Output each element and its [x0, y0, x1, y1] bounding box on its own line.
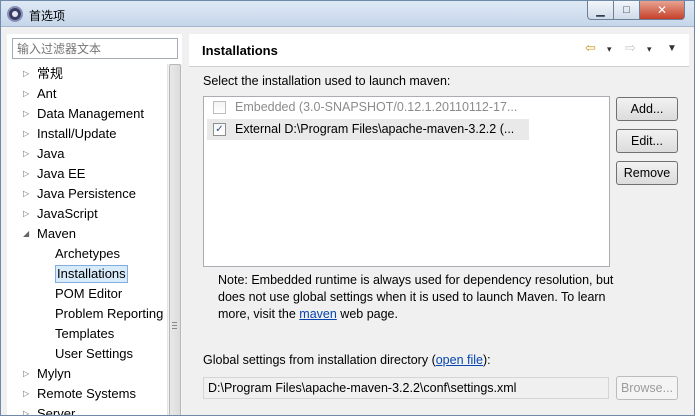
tree-item[interactable]: ▷ Server: [7, 404, 167, 416]
tree-item[interactable]: ◢ Maven: [7, 224, 167, 244]
close-button[interactable]: ✕: [639, 1, 685, 20]
add-button[interactable]: Add...: [616, 97, 678, 121]
tree-item-label: Ant: [37, 86, 57, 101]
select-installation-label: Select the installation used to launch m…: [203, 74, 451, 88]
preferences-tree-panel: ▷ 常规 ▷ Ant ▷ Data Management ▷ Install/Update ▷ J…: [7, 34, 182, 416]
tree-item[interactable]: ▷ Install/Update: [7, 124, 167, 144]
collapsed-arrow-icon[interactable]: ▷: [23, 84, 33, 104]
tree-item[interactable]: POM Editor: [7, 284, 167, 304]
collapsed-arrow-icon[interactable]: ▷: [23, 404, 33, 415]
tree-item[interactable]: User Settings: [7, 344, 167, 364]
page-title: Installations: [202, 43, 278, 58]
collapsed-arrow-icon[interactable]: ▷: [23, 204, 33, 224]
global-settings-path-field: D:\Program Files\apache-maven-3.2.2\conf…: [203, 377, 609, 399]
installations-list[interactable]: Embedded (3.0-SNAPSHOT/0.12.1.20110112-1…: [203, 96, 610, 267]
preferences-tree: ▷ 常规 ▷ Ant ▷ Data Management ▷ Install/Update ▷ J…: [7, 64, 167, 416]
tree-item-label: Server: [37, 406, 76, 416]
filter-input[interactable]: [12, 38, 178, 59]
tree-item-label: POM Editor: [55, 286, 123, 301]
browse-button: Browse...: [616, 376, 678, 400]
scrollbar-grip-icon: [172, 322, 177, 329]
panel-sash[interactable]: [182, 34, 189, 415]
tree-item[interactable]: ▷ Data Management: [7, 104, 167, 124]
tree-item[interactable]: ▷ Remote Systems: [7, 384, 167, 404]
tree-item-label: Java: [37, 146, 65, 161]
tree-item-label: Templates: [55, 326, 115, 341]
tree-item-label: Java EE: [37, 166, 86, 181]
tree-item[interactable]: ▷ Mylyn: [7, 364, 167, 384]
tree-item-label: Java Persistence: [37, 186, 136, 201]
tree-item-label: 常规: [37, 66, 64, 81]
note-text: Note: Embedded runtime is always used fo…: [218, 273, 614, 321]
tree-item-label: Mylyn: [37, 366, 71, 381]
collapsed-arrow-icon[interactable]: ▷: [23, 124, 33, 144]
tree-item[interactable]: ▷ Java: [7, 144, 167, 164]
remove-button[interactable]: Remove: [616, 161, 678, 185]
preferences-window: 首选项 ▁ □ ✕ ▷ 常规 ▷ Ant ▷ Data Management ▷ Instal…: [0, 0, 695, 416]
tree-item[interactable]: ▷ Java EE: [7, 164, 167, 184]
installation-label: External D:\Program Files\apache-maven-3…: [235, 122, 515, 136]
forward-arrow-icon[interactable]: ⇨: [625, 40, 636, 56]
note-text-end: web page.: [336, 307, 398, 321]
tree-item[interactable]: ▷ JavaScript: [7, 204, 167, 224]
tree-scrollbar[interactable]: [167, 64, 182, 415]
preference-page: Installations ⇦ ▾ ⇨ ▾ ▼ Select the insta…: [189, 34, 689, 415]
tree-item-label: Maven: [37, 226, 77, 241]
installation-row-external[interactable]: ✓ External D:\Program Files\apache-maven…: [207, 119, 529, 140]
back-dropdown-icon[interactable]: ▾: [607, 44, 612, 55]
collapsed-arrow-icon[interactable]: ▷: [23, 384, 33, 404]
open-file-link[interactable]: open file: [436, 353, 483, 367]
global-label-end: ):: [483, 353, 491, 367]
scrollbar-thumb[interactable]: [169, 64, 181, 415]
tree-item-label: Data Management: [37, 106, 144, 121]
tree-item[interactable]: ▷ 常规: [7, 64, 167, 84]
collapsed-arrow-icon[interactable]: ▷: [23, 164, 33, 184]
tree-item-label: Problem Reporting: [55, 306, 164, 321]
collapsed-arrow-icon[interactable]: ▷: [23, 364, 33, 384]
tree-item-label: User Settings: [55, 346, 134, 361]
tree-item-label: Remote Systems: [37, 386, 136, 401]
collapsed-arrow-icon[interactable]: ▷: [23, 64, 33, 84]
installation-label: Embedded (3.0-SNAPSHOT/0.12.1.20110112-1…: [235, 100, 518, 114]
embedded-checkbox[interactable]: [213, 101, 226, 114]
tree-item[interactable]: Problem Reporting: [7, 304, 167, 324]
page-header: Installations ⇦ ▾ ⇨ ▾ ▼: [189, 34, 689, 67]
global-label-text: Global settings from installation direct…: [203, 353, 436, 367]
tree-item-label: Archetypes: [55, 246, 121, 261]
tree-item[interactable]: Installations: [7, 264, 167, 284]
title-bar: 首选项 ▁ □ ✕: [1, 1, 694, 27]
tree-item-label: Installations: [55, 265, 128, 283]
tree-item[interactable]: ▷ Java Persistence: [7, 184, 167, 204]
tree-item[interactable]: Archetypes: [7, 244, 167, 264]
minimize-button[interactable]: ▁: [587, 1, 614, 20]
forward-dropdown-icon[interactable]: ▾: [647, 44, 652, 55]
collapsed-arrow-icon[interactable]: ▷: [23, 144, 33, 164]
collapsed-arrow-icon[interactable]: ▷: [23, 184, 33, 204]
embedded-runtime-note: Note: Embedded runtime is always used fo…: [218, 272, 618, 323]
back-arrow-icon[interactable]: ⇦: [585, 40, 596, 56]
view-menu-icon[interactable]: ▼: [667, 43, 677, 54]
tree-item[interactable]: Templates: [7, 324, 167, 344]
tree-item-label: JavaScript: [37, 206, 98, 221]
global-settings-label: Global settings from installation direct…: [203, 353, 491, 367]
tree-item[interactable]: ▷ Ant: [7, 84, 167, 104]
maven-link[interactable]: maven: [299, 307, 337, 321]
collapsed-arrow-icon[interactable]: ▷: [23, 104, 33, 124]
edit-button[interactable]: Edit...: [616, 129, 678, 153]
maximize-button[interactable]: □: [613, 1, 640, 20]
eclipse-icon: [7, 6, 23, 22]
installation-row-embedded[interactable]: Embedded (3.0-SNAPSHOT/0.12.1.20110112-1…: [207, 97, 529, 118]
external-checkbox[interactable]: ✓: [213, 123, 226, 136]
window-title: 首选项: [29, 9, 66, 23]
expanded-arrow-icon[interactable]: ◢: [23, 224, 33, 244]
tree-item-label: Install/Update: [37, 126, 117, 141]
